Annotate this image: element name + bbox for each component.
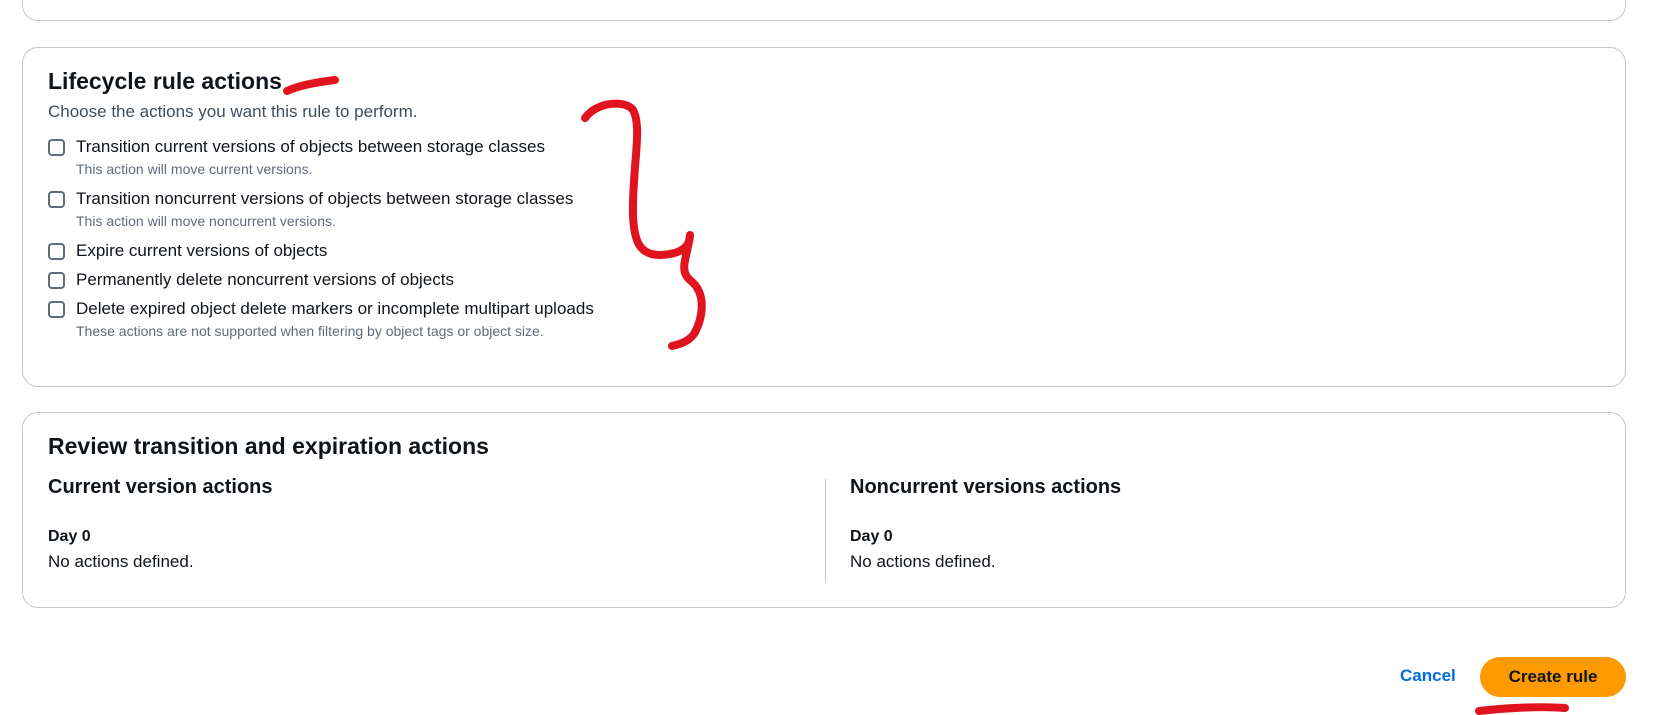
delete-expired-markers-hint: These actions are not supported when fil…	[76, 323, 544, 339]
transition-noncurrent-hint: This action will move noncurrent version…	[76, 213, 336, 229]
lifecycle-actions-panel: Lifecycle rule actions Choose the action…	[22, 47, 1626, 387]
lifecycle-actions-description: Choose the actions you want this rule to…	[48, 102, 418, 121]
create-rule-button[interactable]: Create rule	[1480, 657, 1626, 697]
noncurrent-version-column: Noncurrent versions actions Day 0 No act…	[850, 475, 1121, 572]
cancel-button[interactable]: Cancel	[1400, 666, 1456, 686]
expire-current-label: Expire current versions of objects	[76, 241, 328, 260]
create-rule-underline-annotation	[1475, 703, 1569, 715]
column-divider	[825, 479, 826, 582]
current-version-column: Current version actions Day 0 No actions…	[48, 475, 273, 572]
lifecycle-actions-title: Lifecycle rule actions	[48, 68, 282, 94]
expire-current-checkbox[interactable]	[48, 243, 65, 260]
review-actions-panel: Review transition and expiration actions…	[22, 412, 1626, 608]
delete-noncurrent-checkbox[interactable]	[48, 272, 65, 289]
transition-current-hint: This action will move current versions.	[76, 161, 313, 177]
transition-current-checkbox[interactable]	[48, 139, 65, 156]
transition-noncurrent-label: Transition noncurrent versions of object…	[76, 189, 574, 208]
option-delete-noncurrent[interactable]: Permanently delete noncurrent versions o…	[48, 270, 454, 290]
noncurrent-no-actions-text: No actions defined.	[850, 552, 996, 571]
option-transition-current[interactable]: Transition current versions of objects b…	[48, 137, 545, 178]
transition-noncurrent-checkbox[interactable]	[48, 191, 65, 208]
page: Lifecycle rule actions Choose the action…	[0, 0, 1656, 715]
transition-current-label: Transition current versions of objects b…	[76, 137, 545, 156]
option-delete-expired-markers[interactable]: Delete expired object delete markers or …	[48, 299, 594, 340]
noncurrent-day-label: Day 0	[850, 528, 893, 545]
current-day-label: Day 0	[48, 528, 91, 545]
option-transition-noncurrent[interactable]: Transition noncurrent versions of object…	[48, 189, 573, 230]
current-version-title: Current version actions	[48, 476, 273, 498]
option-expire-current[interactable]: Expire current versions of objects	[48, 241, 327, 261]
current-no-actions-text: No actions defined.	[48, 552, 194, 571]
delete-noncurrent-label: Permanently delete noncurrent versions o…	[76, 270, 454, 289]
delete-expired-markers-checkbox[interactable]	[48, 301, 65, 318]
review-actions-title: Review transition and expiration actions	[48, 433, 489, 459]
noncurrent-version-title: Noncurrent versions actions	[850, 476, 1122, 498]
delete-expired-markers-label: Delete expired object delete markers or …	[76, 299, 594, 318]
previous-section-panel	[22, 0, 1626, 21]
